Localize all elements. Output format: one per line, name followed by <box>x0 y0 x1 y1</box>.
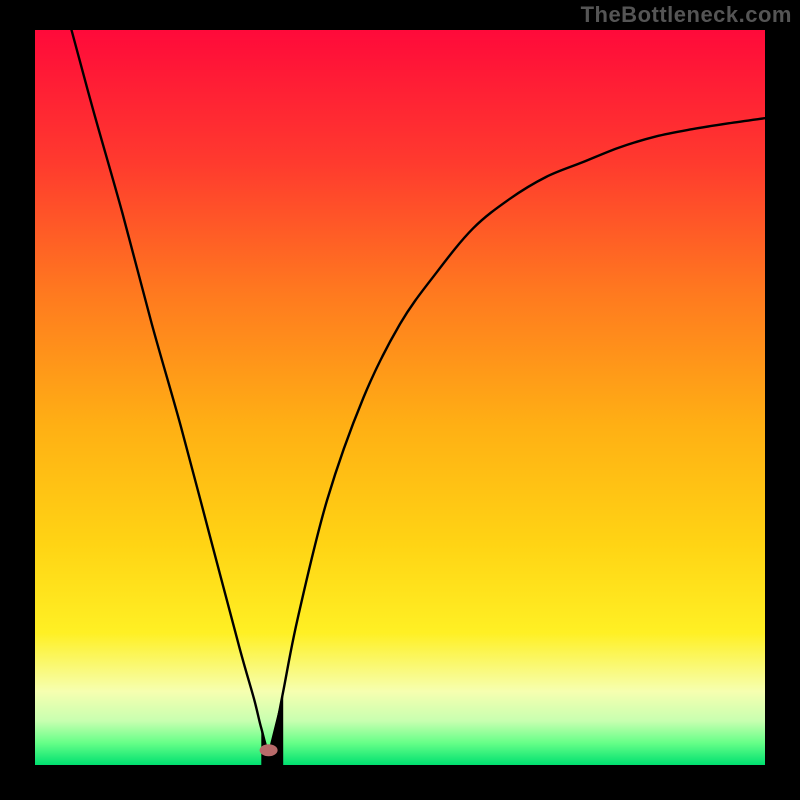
plot-background <box>35 30 765 765</box>
bottleneck-chart <box>0 0 800 800</box>
minimum-marker <box>260 744 278 756</box>
watermark-text: TheBottleneck.com <box>581 2 792 28</box>
chart-frame: TheBottleneck.com <box>0 0 800 800</box>
